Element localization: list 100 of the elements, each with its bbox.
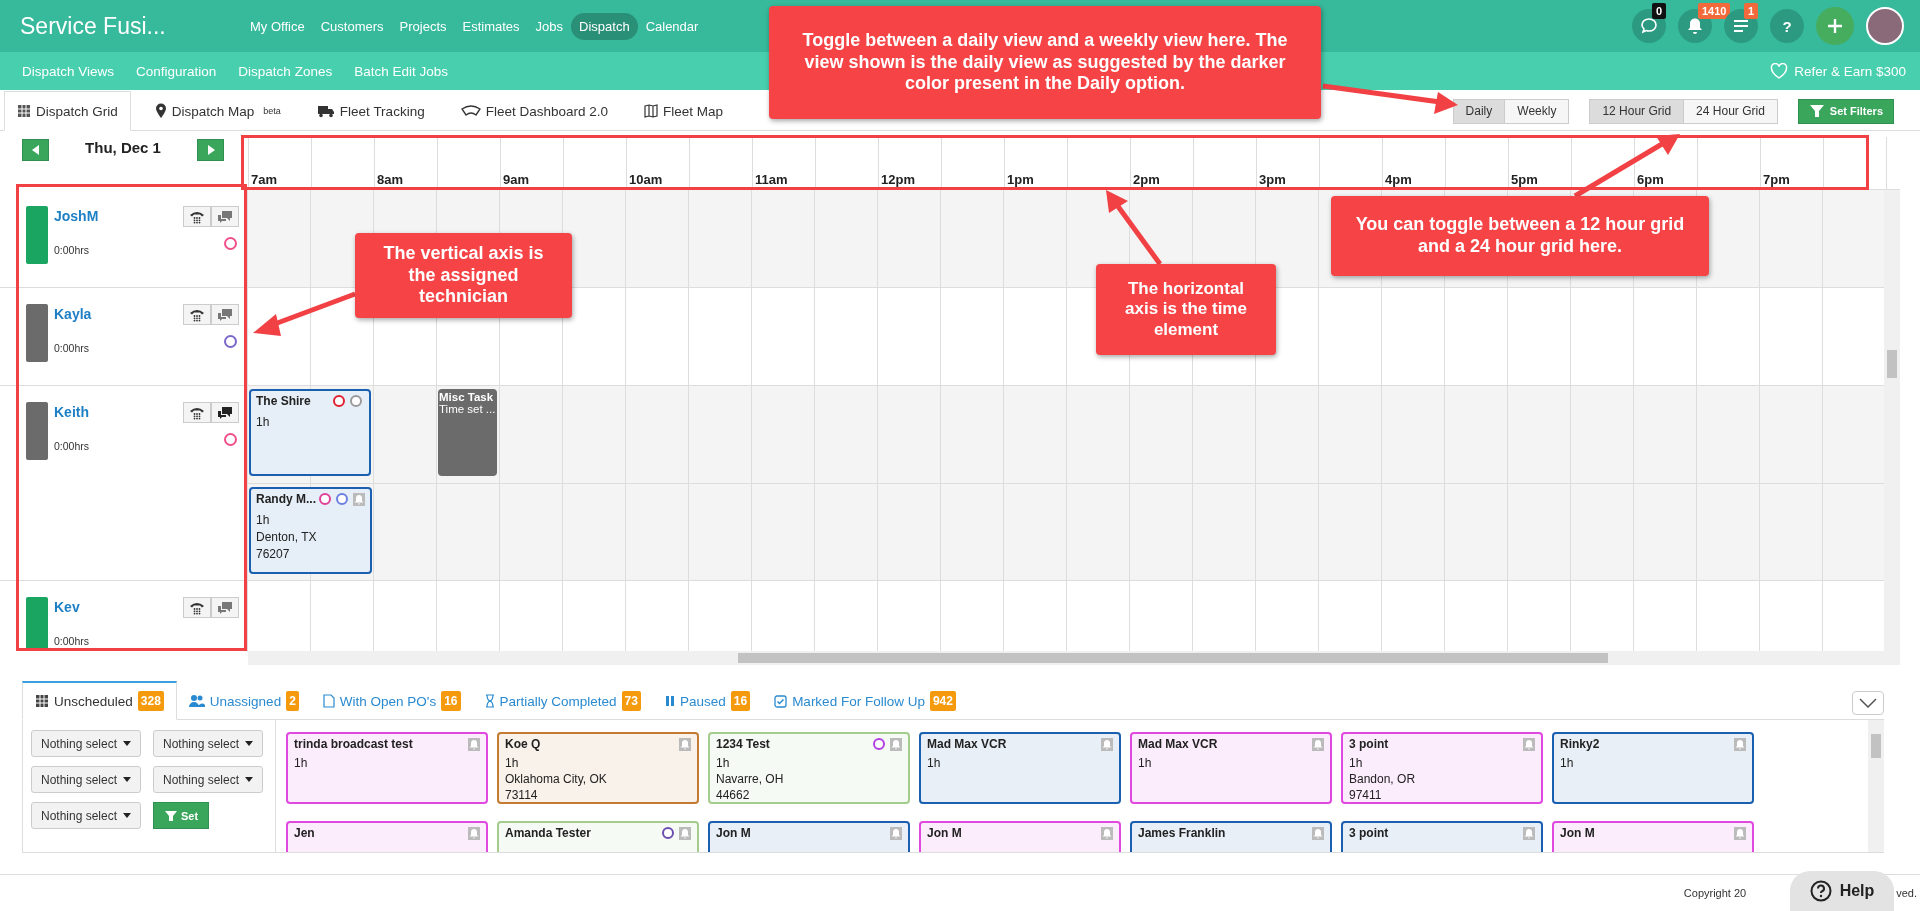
filter-dropdown[interactable]: Nothing select <box>31 766 141 793</box>
bell-icon <box>1734 826 1746 840</box>
job-list-tab[interactable]: Unscheduled 328 <box>22 681 177 720</box>
bell-icon <box>1312 737 1324 751</box>
job-card[interactable]: Rinky2 1h <box>1552 732 1754 804</box>
view-toggle-button[interactable]: Daily <box>1452 98 1506 124</box>
grid-toggle-button[interactable]: 24 Hour Grid <box>1684 98 1778 124</box>
bell-icon <box>1312 826 1324 840</box>
bell-icon <box>1523 737 1535 751</box>
add-button[interactable] <box>1816 7 1854 45</box>
job-card[interactable]: Mad Max VCR 1h <box>1130 732 1332 804</box>
job-title: Koe Q <box>505 737 541 751</box>
duration-text: 1h <box>294 755 308 771</box>
view-tab[interactable]: Fleet Dashboard 2.0 <box>448 92 620 130</box>
count-badge: 16 <box>441 691 461 711</box>
hour-label: 7am <box>250 172 278 189</box>
document-icon <box>322 694 335 708</box>
hourglass-icon <box>484 694 495 708</box>
right-arrow-icon <box>206 145 215 155</box>
annotation-callout: The vertical axis is the assigned technician <box>355 233 572 318</box>
count-badge: 0 <box>1652 3 1667 19</box>
left-arrow-icon <box>31 145 40 155</box>
phone-icon <box>189 405 205 420</box>
job-card[interactable]: Jon M <box>708 821 910 852</box>
next-day-button[interactable] <box>197 139 224 161</box>
job-list-tab[interactable]: Partially Completed 73 <box>472 683 653 719</box>
bell-icon <box>468 737 480 751</box>
user-avatar[interactable] <box>1866 7 1904 45</box>
job-title: Jon M <box>927 826 962 840</box>
filter-dropdown[interactable]: Nothing select <box>153 730 263 757</box>
technician-name[interactable]: Kev <box>54 599 80 615</box>
horizontal-scrollbar[interactable] <box>248 651 1900 665</box>
dashboard-icon <box>460 105 481 117</box>
job-card[interactable]: The Shire 1h <box>249 389 371 476</box>
phone-button[interactable] <box>183 206 211 227</box>
help-button[interactable]: Help <box>1790 871 1894 911</box>
help-icon <box>1809 880 1832 902</box>
collapse-button[interactable] <box>1852 691 1884 715</box>
filter-dropdown[interactable]: Nothing select <box>31 802 141 829</box>
job-card[interactable]: Randy M... 1h Denton, TX 76207 <box>249 487 372 574</box>
hour-label: 8am <box>376 172 404 189</box>
view-tab[interactable]: Fleet Map <box>632 92 735 130</box>
task-card[interactable]: Misc Task Time set ... <box>438 389 497 476</box>
job-list-tab[interactable]: Marked For Follow Up 942 <box>762 683 968 719</box>
chat-bubbles-icon <box>217 600 233 615</box>
count-badge: 16 <box>730 691 751 711</box>
phone-button[interactable] <box>183 304 211 325</box>
caret-icon <box>123 777 131 782</box>
vertical-scrollbar[interactable] <box>1868 720 1884 852</box>
job-card[interactable]: 3 point <box>1341 821 1543 852</box>
hours-text: 0:00hrs <box>54 342 90 354</box>
vertical-scrollbar[interactable] <box>1884 190 1900 651</box>
hour-label: 2pm <box>1132 172 1160 189</box>
bell-icon <box>890 737 902 751</box>
filter-dropdown[interactable]: Nothing select <box>31 730 141 757</box>
job-title: Mad Max VCR <box>927 737 1007 751</box>
job-card[interactable]: Jon M <box>1552 821 1754 852</box>
job-card[interactable]: Amanda Tester <box>497 821 699 852</box>
chat-bubbles-icon <box>217 307 233 322</box>
grid-icon <box>35 694 49 708</box>
grid-icon <box>17 104 31 118</box>
technician-name[interactable]: Keith <box>54 404 89 420</box>
job-card[interactable]: James Franklin <box>1130 821 1332 852</box>
message-button[interactable] <box>211 402 239 423</box>
previous-day-button[interactable] <box>22 139 49 161</box>
job-card[interactable]: trinda broadcast test 1h <box>286 732 488 804</box>
phone-button[interactable] <box>183 597 211 618</box>
view-toggle-button[interactable]: Weekly <box>1505 98 1570 124</box>
job-card[interactable]: 1234 Test 1h Navarre, OH 44662 <box>708 732 910 804</box>
hours-text: 0:00hrs <box>54 440 90 452</box>
users-icon <box>188 694 205 708</box>
hour-label: 4pm <box>1384 172 1412 189</box>
heart-icon <box>1770 63 1789 79</box>
job-card[interactable]: Koe Q 1h Oklahoma City, OK 73114 <box>497 732 699 804</box>
job-list-tab[interactable]: Unassigned 2 <box>176 683 311 719</box>
job-card[interactable]: Mad Max VCR 1h <box>919 732 1121 804</box>
job-list-tab[interactable]: With Open PO's 16 <box>310 683 473 719</box>
annotation-callout: Toggle between a daily view and a weekly view here. The view shown is the daily view as suggested by the darker color present in the Daily option. <box>769 6 1321 119</box>
nav-link[interactable]: Dispatch <box>571 12 638 40</box>
job-card[interactable]: Jen <box>286 821 488 852</box>
technician-name[interactable]: Kayla <box>54 306 92 322</box>
hour-label: 7pm <box>1762 172 1790 189</box>
job-card[interactable]: Jon M <box>919 821 1121 852</box>
job-card[interactable]: 3 point 1h Bandon, OR 97411 <box>1341 732 1543 804</box>
view-tab[interactable]: Fleet Tracking <box>304 92 437 130</box>
phone-button[interactable] <box>183 402 211 423</box>
count-badge: 1410 <box>1698 3 1731 19</box>
view-tab[interactable]: Dispatch Grid <box>4 91 131 131</box>
filter-dropdown[interactable]: Nothing select <box>153 766 263 793</box>
map-pin-icon <box>154 103 167 119</box>
checkbox-icon <box>774 694 788 708</box>
job-title: The Shire <box>256 394 311 408</box>
duration-text: 1h <box>256 414 270 431</box>
job-list-tab[interactable]: Paused 16 <box>652 683 763 719</box>
grid-toggle-button[interactable]: 12 Hour Grid <box>1589 98 1685 124</box>
bell-icon <box>1101 826 1113 840</box>
job-title: 3 point <box>1349 737 1389 751</box>
list-icon <box>1733 19 1749 33</box>
chat-button[interactable] <box>1632 9 1666 43</box>
technician-name[interactable]: JoshM <box>54 208 99 224</box>
